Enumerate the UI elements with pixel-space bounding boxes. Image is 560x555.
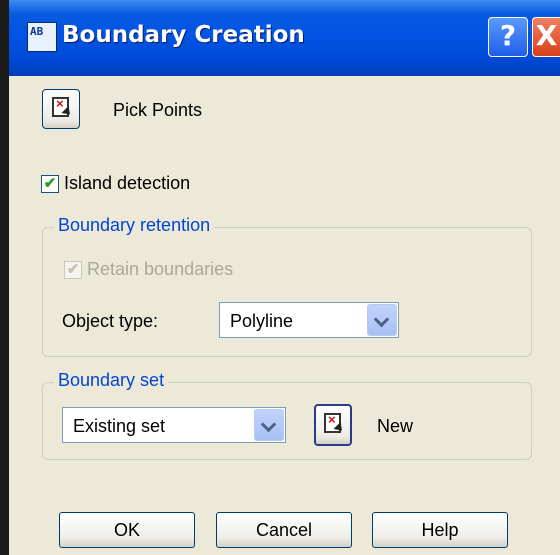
retain-boundaries-checkbox[interactable]: ✔: [64, 261, 82, 279]
boundary-creation-dialog: AB Boundary Creation ? X × Pick Points ✔…: [9, 0, 560, 555]
title-bar[interactable]: AB Boundary Creation ? X: [9, 0, 560, 76]
new-label: New: [377, 416, 414, 436]
pick-points-icon: ×: [52, 97, 74, 119]
background-strip: [0, 0, 9, 555]
app-icon: AB: [27, 22, 57, 52]
object-type-label: Object type:: [62, 311, 159, 331]
chevron-down-icon[interactable]: [367, 304, 397, 336]
select-objects-icon: ×: [324, 413, 346, 435]
cancel-button[interactable]: Cancel: [216, 512, 352, 548]
new-boundary-set-button[interactable]: ×: [314, 404, 352, 446]
island-detection-checkbox[interactable]: ✔: [41, 175, 59, 193]
window-title: Boundary Creation: [62, 22, 305, 48]
island-detection-label[interactable]: Island detection: [64, 173, 190, 194]
pick-points-button[interactable]: ×: [42, 89, 80, 129]
object-type-value: Polyline: [230, 311, 294, 331]
ok-button[interactable]: OK: [59, 512, 195, 548]
boundary-set-value: Existing set: [73, 416, 166, 436]
chevron-down-icon[interactable]: [254, 409, 284, 441]
help-title-button[interactable]: ?: [488, 17, 528, 57]
pick-points-label: Pick Points: [113, 100, 203, 120]
boundary-set-select[interactable]: Existing set: [62, 407, 286, 443]
boundary-retention-legend: Boundary retention: [54, 215, 215, 236]
help-button[interactable]: Help: [372, 512, 508, 548]
boundary-set-legend: Boundary set: [54, 370, 169, 391]
close-button[interactable]: X: [532, 17, 560, 57]
retain-boundaries-label: Retain boundaries: [87, 259, 234, 279]
object-type-select[interactable]: Polyline: [219, 302, 399, 338]
